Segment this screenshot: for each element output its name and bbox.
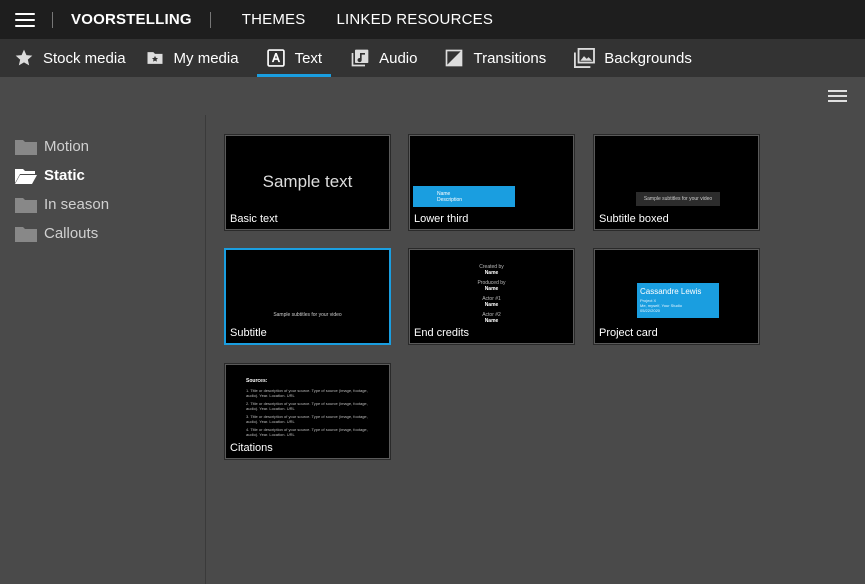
credit-name: Name (484, 318, 499, 324)
star-icon (15, 49, 33, 66)
panel-divider (205, 115, 206, 584)
separator (209, 11, 211, 28)
credit-name: Name (484, 302, 499, 308)
cite-line: 1. Title or description of your source. … (246, 388, 368, 398)
preview-citations: Sources: 1. Title or description of your… (246, 379, 371, 440)
cite-line: 2. Title or description of your source. … (246, 401, 368, 411)
cite-title: Sources: (246, 378, 268, 384)
text-icon (266, 49, 285, 67)
template-citations[interactable]: Sources: 1. Title or description of your… (224, 363, 391, 460)
view-options-menu-icon[interactable] (828, 90, 847, 102)
template-label: Project card (599, 327, 658, 339)
separator (52, 11, 53, 28)
template-subtitle[interactable]: Sample subtitles for your video Subtitle (224, 248, 391, 345)
preview-credits: Created by Name Produced by Name Actor #1 N… (410, 264, 573, 328)
template-label: Subtitle (230, 327, 267, 339)
card-line: 05/22/2020 (640, 308, 661, 313)
media-tab-bar: Stock media My media Text Audio Transiti… (0, 39, 865, 77)
credit-name: Name (484, 270, 499, 276)
tab-backgrounds[interactable]: Backgrounds (564, 39, 701, 77)
folder-label: Callouts (44, 225, 99, 242)
template-label: End credits (414, 327, 470, 339)
template-basic-text[interactable]: Sample text Basic text (224, 134, 391, 231)
tab-label: Audio (379, 49, 418, 67)
template-subtitle-boxed[interactable]: Sample subtitles for your video Subtitle… (593, 134, 760, 231)
folder-label: Motion (44, 138, 90, 155)
credit-name: Name (484, 286, 499, 292)
tab-text[interactable]: Text (256, 39, 332, 77)
template-lower-third[interactable]: Name Description Lower third (408, 134, 575, 231)
media-folder-icon (147, 52, 163, 64)
folder-callouts[interactable]: Callouts (0, 219, 205, 248)
audio-icon (351, 49, 369, 67)
themes-link[interactable]: THEMES (242, 11, 306, 28)
tab-label: Backgrounds (604, 49, 692, 67)
tab-label: Text (294, 49, 323, 67)
tab-stock-media[interactable]: Stock media (5, 39, 135, 77)
transitions-icon (446, 49, 463, 67)
template-project-card[interactable]: Cassandre Lewis Project X Me, myself, Yo… (593, 248, 760, 345)
preview-subtitle-box: Sample subtitles for your video (636, 192, 720, 206)
folder-motion[interactable]: Motion (0, 132, 205, 161)
template-label: Citations (230, 442, 273, 454)
template-label: Subtitle boxed (599, 213, 669, 225)
cite-line: 3. Title or description of your source. … (246, 414, 368, 424)
tab-label: My media (173, 49, 239, 67)
folder-icon (15, 139, 37, 155)
top-bar: VOORSTELLING THEMES LINKED RESOURCES (0, 0, 865, 39)
template-label: Basic text (230, 213, 278, 225)
folder-icon (15, 226, 37, 242)
preview-subtitle: Sample subtitles for your video (273, 312, 342, 318)
linked-resources-link[interactable]: LINKED RESOURCES (336, 11, 493, 28)
folder-label: In season (44, 196, 110, 213)
tab-audio[interactable]: Audio (341, 39, 426, 77)
tab-label: Transitions (473, 49, 547, 67)
open-folder-icon (15, 168, 37, 184)
main-menu-icon[interactable] (15, 12, 35, 27)
tab-label: Stock media (43, 49, 126, 67)
cite-line: 4. Title or description of your source. … (246, 427, 368, 437)
card-name: Cassandre Lewis (640, 287, 702, 296)
preview-description: Description (437, 197, 463, 203)
project-title[interactable]: VOORSTELLING (71, 11, 192, 28)
preview-text: Sample text (262, 172, 353, 191)
preview-card: Cassandre Lewis Project X Me, myself, Yo… (637, 283, 719, 318)
template-label: Lower third (414, 213, 469, 225)
lower-third-bar: Name Description (413, 186, 515, 207)
folder-label: Static (44, 167, 85, 184)
template-end-credits[interactable]: Created by Name Produced by Name Actor #1 N… (408, 248, 575, 345)
folder-static[interactable]: Static (0, 161, 205, 190)
tab-transitions[interactable]: Transitions (435, 39, 555, 77)
folder-icon (15, 197, 37, 213)
image-icon (574, 48, 596, 68)
category-sidebar: Motion Static In season Callouts (0, 132, 205, 248)
tab-my-media[interactable]: My media (136, 39, 248, 77)
folder-in-season[interactable]: In season (0, 190, 205, 219)
